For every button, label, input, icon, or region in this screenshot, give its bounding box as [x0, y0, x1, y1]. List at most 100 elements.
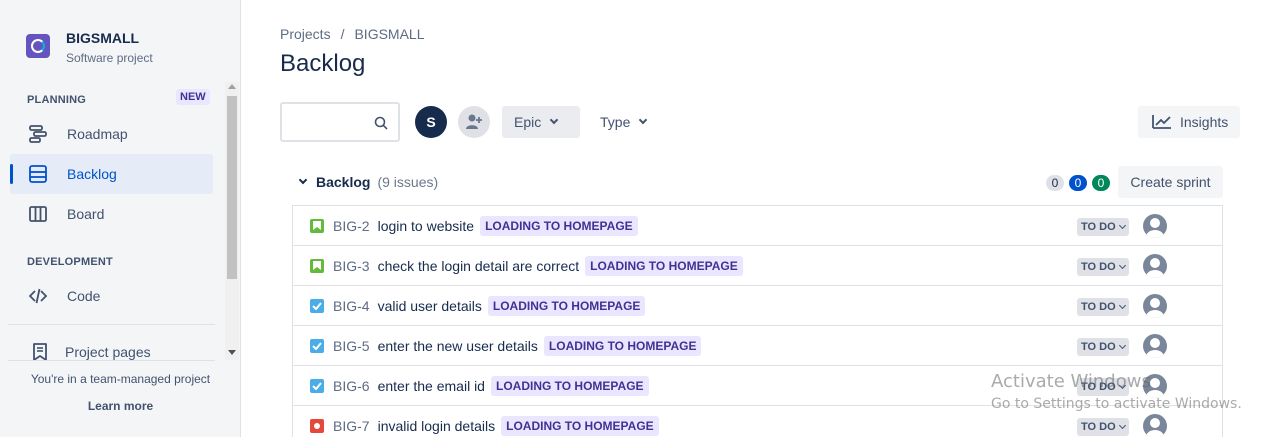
status-dropdown[interactable]: TO DO — [1077, 298, 1129, 316]
project-name: BIGSMALL — [66, 30, 140, 46]
create-sprint-button[interactable]: Create sprint — [1118, 166, 1223, 198]
epic-tag[interactable]: LOADING TO HOMEPAGE — [487, 295, 646, 316]
sidebar-item-board[interactable]: Board — [10, 194, 213, 234]
sidebar-item-backlog[interactable]: Backlog — [10, 154, 213, 194]
epic-tag[interactable]: LOADING TO HOMEPAGE — [543, 335, 702, 356]
status-label: TO DO — [1081, 261, 1116, 273]
task-icon — [310, 338, 324, 353]
unassigned-avatar-icon[interactable] — [1143, 214, 1167, 238]
table-row[interactable]: BIG-4 valid user details LOADING TO HOME… — [293, 286, 1222, 326]
issue-key[interactable]: BIG-2 — [333, 218, 370, 234]
epic-tag[interactable]: LOADING TO HOMEPAGE — [490, 375, 649, 396]
epic-filter-label: Epic — [514, 114, 542, 130]
activate-windows-watermark: Activate Windows — [991, 371, 1151, 392]
issue-summary[interactable]: check the login detail are correct — [378, 258, 580, 274]
chevron-down-icon — [1118, 261, 1126, 270]
issue-summary[interactable]: enter the new user details — [378, 338, 538, 354]
user-avatar[interactable]: S — [415, 106, 447, 138]
backlog-header[interactable]: Backlog (9 issues) — [298, 174, 439, 190]
chevron-down-icon — [1118, 341, 1126, 350]
breadcrumb-projects[interactable]: Projects — [280, 26, 331, 42]
board-icon — [28, 204, 48, 224]
issue-summary[interactable]: login to website — [378, 218, 475, 234]
code-icon — [28, 286, 48, 306]
issue-key[interactable]: BIG-4 — [333, 298, 370, 314]
status-dropdown[interactable]: TO DO — [1077, 218, 1129, 236]
type-filter-label: Type — [600, 114, 631, 130]
insights-label: Insights — [1180, 114, 1229, 130]
sidebar-item-label: Project pages — [65, 344, 151, 360]
issue-key[interactable]: BIG-5 — [333, 338, 370, 354]
sidebar-item-project-pages[interactable]: Project pages — [10, 332, 213, 372]
collapse-chevron-icon[interactable] — [298, 175, 308, 185]
sidebar-item-label: Code — [67, 288, 101, 304]
project-avatar-icon — [26, 34, 50, 58]
insights-button[interactable]: Insights — [1138, 106, 1240, 138]
epic-tag[interactable]: LOADING TO HOMEPAGE — [480, 215, 638, 236]
table-row[interactable]: BIG-3 check the login detail are correct… — [293, 246, 1222, 286]
sidebar-divider — [8, 324, 215, 325]
unassigned-avatar-icon[interactable] — [1143, 414, 1167, 437]
backlog-icon — [28, 164, 48, 184]
search-input[interactable] — [280, 102, 400, 142]
backlog-issue-count: (9 issues) — [377, 174, 439, 190]
unassigned-avatar-icon[interactable] — [1143, 294, 1167, 318]
chevron-down-icon — [549, 115, 559, 125]
scroll-up-arrow-icon[interactable] — [228, 84, 236, 89]
sidebar-item-label: Roadmap — [67, 126, 128, 142]
epic-filter-button[interactable]: Epic — [502, 106, 580, 138]
todo-count-badge: 0 — [1046, 175, 1064, 191]
issue-key[interactable]: BIG-7 — [333, 418, 370, 434]
page-icon — [30, 342, 50, 362]
issue-summary[interactable]: invalid login details — [378, 418, 496, 434]
sidebar: BIGSMALL Software project PLANNING NEW R… — [0, 0, 241, 437]
issue-key[interactable]: BIG-6 — [333, 378, 370, 394]
status-label: TO DO — [1081, 421, 1116, 433]
story-icon — [310, 218, 324, 233]
task-icon — [310, 298, 324, 313]
unassigned-avatar-icon[interactable] — [1143, 334, 1167, 358]
project-header[interactable]: BIGSMALL Software project — [26, 30, 153, 66]
chevron-down-icon — [1118, 301, 1126, 310]
table-row[interactable]: BIG-5 enter the new user details LOADING… — [293, 326, 1222, 366]
status-label: TO DO — [1081, 301, 1116, 313]
planning-section-label: PLANNING — [27, 94, 87, 106]
epic-tag[interactable]: LOADING TO HOMEPAGE — [501, 415, 659, 436]
project-type: Software project — [66, 51, 153, 65]
scroll-down-arrow-icon[interactable] — [228, 350, 236, 355]
status-label: TO DO — [1081, 341, 1116, 353]
breadcrumb-project[interactable]: BIGSMALL — [354, 26, 424, 42]
status-dropdown[interactable]: TO DO — [1077, 418, 1129, 436]
status-dropdown[interactable]: TO DO — [1077, 258, 1129, 276]
insights-icon — [1152, 115, 1171, 129]
learn-more-link[interactable]: Learn more — [0, 399, 241, 413]
roadmap-icon — [28, 124, 48, 144]
status-label: TO DO — [1081, 221, 1116, 233]
breadcrumb-separator: / — [340, 26, 345, 42]
epic-tag[interactable]: LOADING TO HOMEPAGE — [585, 255, 743, 276]
sidebar-item-label: Board — [67, 206, 105, 222]
development-section-label: DEVELOPMENT — [27, 256, 113, 268]
status-dropdown[interactable]: TO DO — [1077, 338, 1129, 356]
issue-summary[interactable]: valid user details — [378, 298, 482, 314]
chevron-down-icon — [1118, 421, 1126, 430]
issue-summary[interactable]: enter the email id — [378, 378, 485, 394]
unassigned-avatar-icon[interactable] — [1143, 254, 1167, 278]
story-icon — [310, 258, 324, 273]
add-people-button[interactable] — [458, 106, 490, 138]
in-progress-count-badge: 0 — [1069, 175, 1087, 191]
type-filter-button[interactable]: Type — [588, 106, 658, 138]
task-icon — [310, 378, 324, 393]
sidebar-item-code[interactable]: Code — [10, 276, 213, 316]
table-row[interactable]: BIG-2 login to website LOADING TO HOMEPA… — [293, 206, 1222, 246]
done-count-badge: 0 — [1092, 175, 1110, 191]
sidebar-item-label: Backlog — [67, 166, 117, 182]
team-managed-text: You're in a team-managed project — [30, 372, 211, 386]
new-badge: NEW — [176, 89, 210, 105]
sidebar-item-roadmap[interactable]: Roadmap — [10, 114, 213, 154]
issue-key[interactable]: BIG-3 — [333, 258, 370, 274]
breadcrumb: Projects / BIGSMALL — [280, 26, 425, 42]
chevron-down-icon — [639, 115, 648, 125]
sidebar-scrollbar-thumb[interactable] — [227, 96, 237, 279]
chevron-down-icon — [1118, 221, 1126, 230]
